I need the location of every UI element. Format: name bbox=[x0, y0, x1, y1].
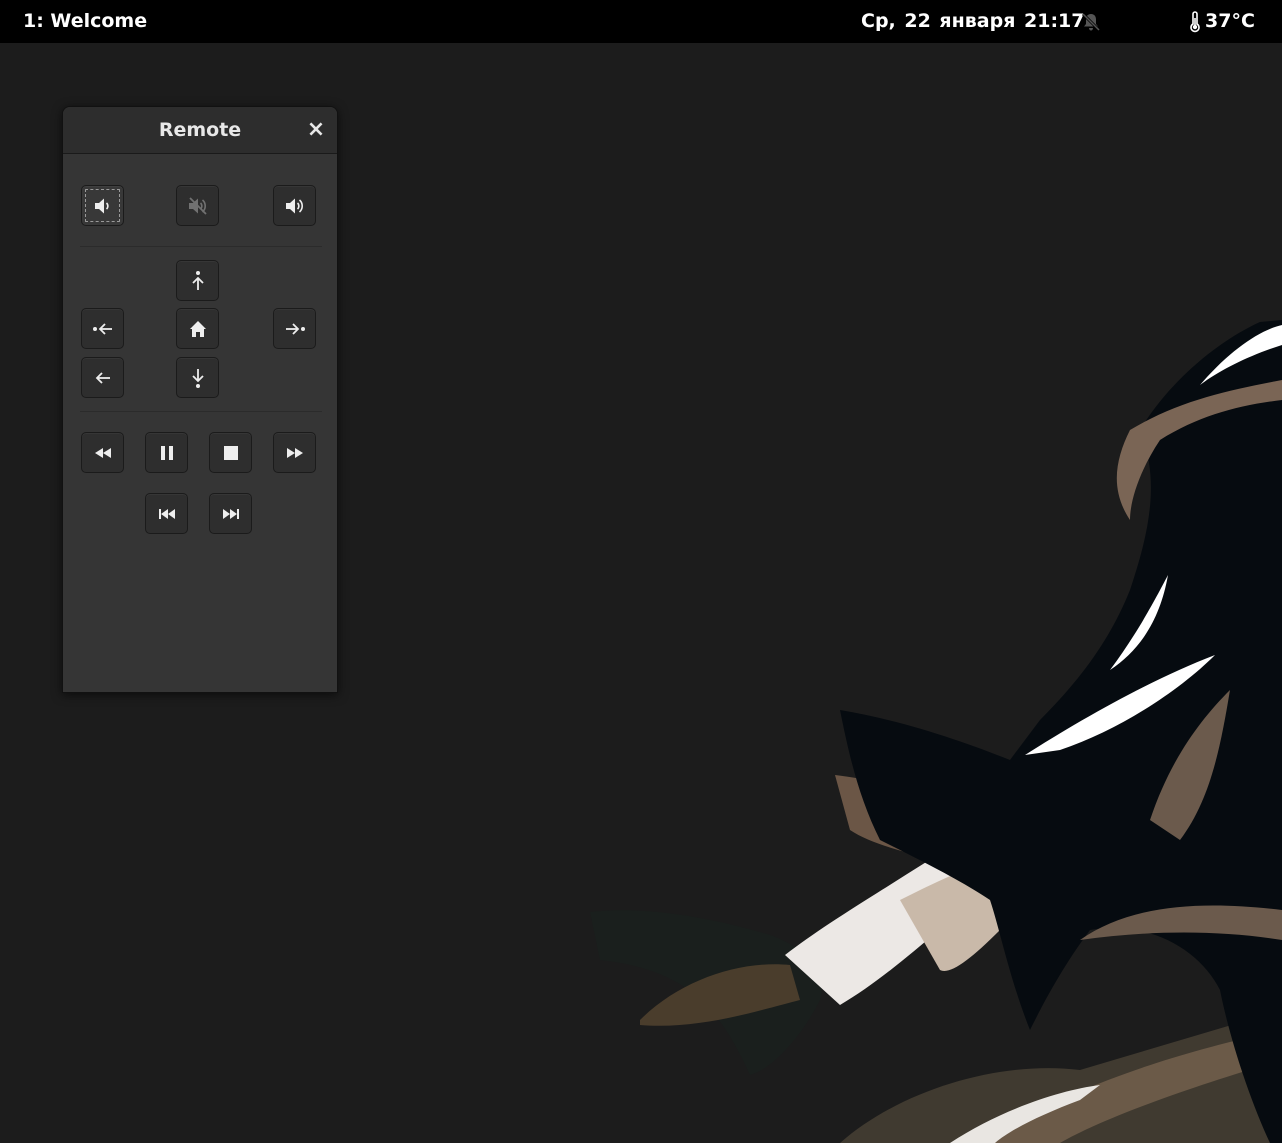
remote-window: Remote × bbox=[62, 106, 338, 693]
separator bbox=[80, 246, 322, 247]
notifications-off-icon[interactable] bbox=[1080, 11, 1102, 33]
separator bbox=[80, 411, 322, 412]
skip-previous-button[interactable] bbox=[145, 493, 188, 534]
window-title: Remote bbox=[158, 119, 242, 141]
thermometer-icon bbox=[1190, 10, 1200, 32]
home-icon bbox=[189, 320, 206, 337]
volume-up-icon bbox=[285, 198, 303, 213]
skip-next-button[interactable] bbox=[209, 493, 252, 534]
workspace-indicator[interactable]: 1: Welcome bbox=[23, 0, 147, 43]
fast-forward-icon bbox=[286, 447, 303, 458]
pause-button[interactable] bbox=[145, 432, 188, 473]
volume-up-button[interactable] bbox=[273, 185, 316, 226]
close-button[interactable]: × bbox=[305, 119, 327, 141]
forward-out-icon bbox=[285, 322, 305, 335]
close-icon: × bbox=[306, 117, 326, 142]
clock[interactable]: Ср, 22 января 21:17 bbox=[861, 0, 1085, 43]
mute-button[interactable] bbox=[176, 185, 219, 226]
skip-next-icon bbox=[222, 508, 239, 519]
rewind-icon bbox=[94, 447, 111, 458]
back-in-button[interactable] bbox=[81, 308, 124, 349]
volume-down-button[interactable] bbox=[81, 185, 124, 226]
back-arrow-icon bbox=[95, 371, 110, 384]
top-panel: 1: Welcome Ср, 22 января 21:17 37°C bbox=[0, 0, 1282, 43]
volume-down-icon bbox=[94, 198, 109, 213]
rewind-button[interactable] bbox=[81, 432, 124, 473]
stop-icon bbox=[223, 445, 238, 460]
down-icon bbox=[191, 368, 204, 388]
home-button[interactable] bbox=[176, 308, 219, 349]
skip-previous-icon bbox=[158, 508, 175, 519]
fast-forward-button[interactable] bbox=[273, 432, 316, 473]
up-button[interactable] bbox=[176, 260, 219, 301]
down-button[interactable] bbox=[176, 357, 219, 398]
forward-out-button[interactable] bbox=[273, 308, 316, 349]
pause-icon bbox=[160, 445, 173, 460]
up-icon bbox=[191, 270, 204, 290]
mute-icon bbox=[188, 196, 207, 215]
back-in-icon bbox=[92, 322, 112, 335]
window-titlebar[interactable]: Remote × bbox=[63, 107, 337, 154]
stop-button[interactable] bbox=[209, 432, 252, 473]
temperature-value: 37°C bbox=[1205, 10, 1255, 32]
back-button[interactable] bbox=[81, 357, 124, 398]
temperature-indicator[interactable]: 37°C bbox=[1188, 0, 1255, 43]
